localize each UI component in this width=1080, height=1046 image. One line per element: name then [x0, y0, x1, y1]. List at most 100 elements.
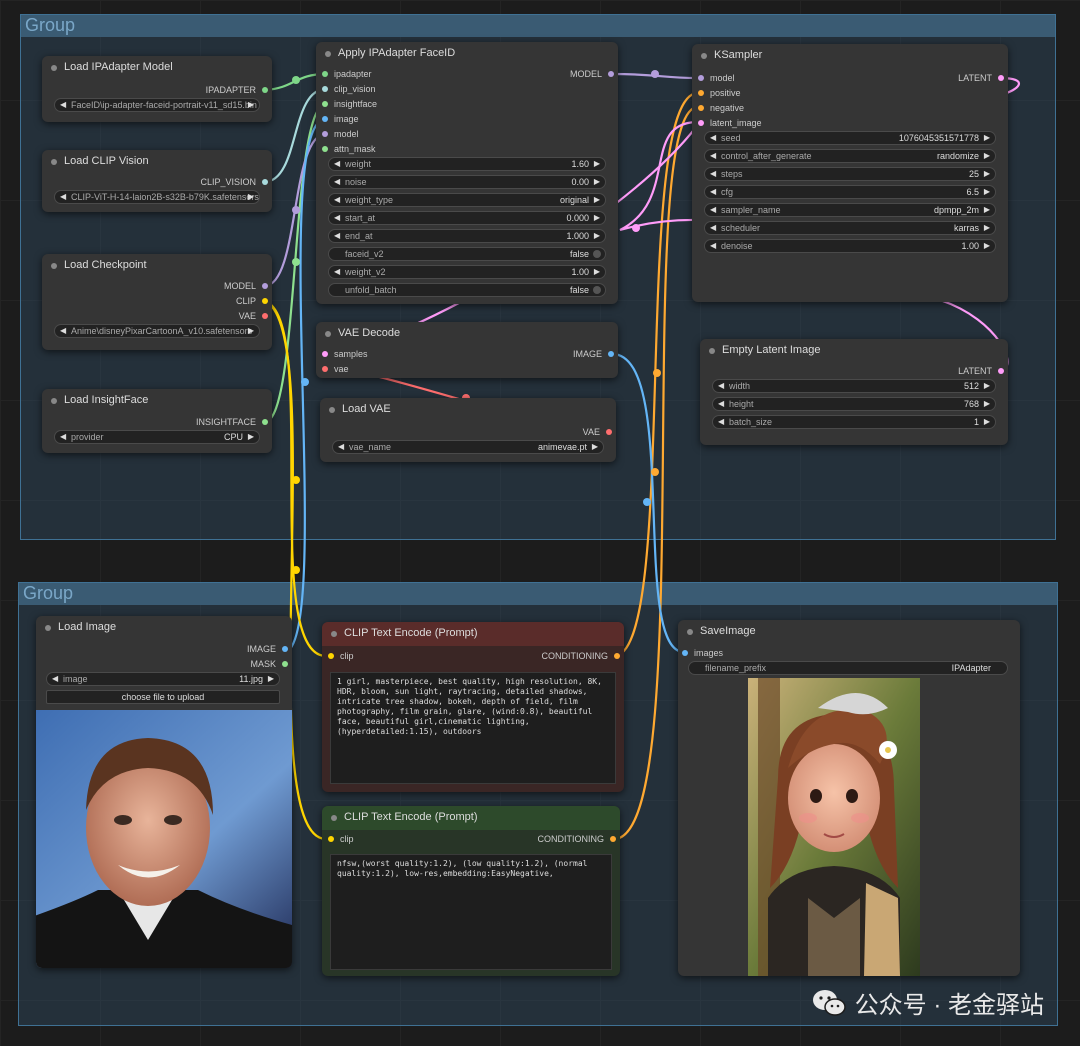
- node-ksampler[interactable]: KSampler model positive negative latent_…: [692, 44, 1008, 302]
- widget-ipadapter-file[interactable]: ◀ FaceID\ip-adapter-faceid-portrait-v11_s…: [54, 98, 260, 112]
- node-header[interactable]: Load InsightFace: [42, 389, 272, 413]
- node-load-vae[interactable]: Load VAE VAE ◀ vae_name animevae.pt ▶: [320, 398, 616, 462]
- arrow-left-icon[interactable]: ◀: [718, 416, 724, 428]
- node-load-clip-vision[interactable]: Load CLIP Vision CLIP_VISION ◀ CLIP-ViT-H…: [42, 150, 272, 212]
- toggle-unfold-batch[interactable]: unfold_batch false: [328, 283, 606, 297]
- input-pin-icon[interactable]: [322, 351, 328, 357]
- node-header[interactable]: Load VAE: [320, 398, 616, 422]
- node-apply-ipadapter-faceid[interactable]: Apply IPAdapter FaceID ipadapter clip_vi…: [316, 42, 618, 304]
- arrow-right-icon[interactable]: ▶: [984, 150, 990, 162]
- toggle-faceid-v2[interactable]: faceid_v2 false: [328, 247, 606, 261]
- input-pin-icon[interactable]: [328, 836, 334, 842]
- output-conditioning[interactable]: CONDITIONING: [538, 834, 616, 844]
- collapse-dot-icon[interactable]: [51, 65, 57, 71]
- widget-batch-size[interactable]: ◀ batch_size 1 ▶: [712, 415, 996, 429]
- node-save-image[interactable]: SaveImage images filename_prefix IPAdapte…: [678, 620, 1020, 976]
- node-load-insightface[interactable]: Load InsightFace INSIGHTFACE ◀ provider CP…: [42, 389, 272, 453]
- input-attn-mask[interactable]: attn_mask: [322, 144, 376, 154]
- output-image[interactable]: IMAGE: [573, 349, 614, 359]
- widget-clip-vision-file[interactable]: ◀ CLIP-ViT-H-14-laion2B-s32B-b79K.safeten…: [54, 190, 260, 204]
- output-vae[interactable]: VAE: [239, 311, 268, 321]
- output-latent[interactable]: LATENT: [958, 366, 1004, 376]
- output-clip-vision[interactable]: CLIP_VISION: [200, 177, 268, 187]
- arrow-right-icon[interactable]: ▶: [984, 186, 990, 198]
- arrow-right-icon[interactable]: ▶: [984, 416, 990, 428]
- widget-start-at[interactable]: ◀ start_at 0.000 ▶: [328, 211, 606, 225]
- arrow-left-icon[interactable]: ◀: [60, 99, 66, 111]
- collapse-dot-icon[interactable]: [687, 629, 693, 635]
- collapse-dot-icon[interactable]: [51, 398, 57, 404]
- node-header[interactable]: SaveImage: [678, 620, 1020, 644]
- arrow-right-icon[interactable]: ▶: [984, 380, 990, 392]
- arrow-left-icon[interactable]: ◀: [710, 168, 716, 180]
- collapse-dot-icon[interactable]: [701, 53, 707, 59]
- arrow-left-icon[interactable]: ◀: [710, 132, 716, 144]
- widget-control-after-generate[interactable]: ◀ control_after_generate randomize ▶: [704, 149, 996, 163]
- input-clip-vision[interactable]: clip_vision: [322, 84, 376, 94]
- arrow-left-icon[interactable]: ◀: [334, 266, 340, 278]
- prompt-textarea[interactable]: nfsw,(worst quality:1.2), (low quality:1…: [330, 854, 612, 970]
- output-vae[interactable]: VAE: [583, 427, 612, 437]
- arrow-right-icon[interactable]: ▶: [984, 222, 990, 234]
- arrow-right-icon[interactable]: ▶: [248, 191, 254, 203]
- node-header[interactable]: CLIP Text Encode (Prompt): [322, 622, 624, 646]
- input-latent-image[interactable]: latent_image: [698, 118, 762, 128]
- arrow-right-icon[interactable]: ▶: [248, 325, 254, 337]
- widget-filename-prefix[interactable]: filename_prefix IPAdapter: [688, 661, 1008, 675]
- node-header[interactable]: KSampler: [692, 44, 1008, 68]
- arrow-left-icon[interactable]: ◀: [710, 204, 716, 216]
- collapse-dot-icon[interactable]: [331, 631, 337, 637]
- input-model[interactable]: model: [698, 73, 735, 83]
- widget-weight[interactable]: ◀ weight 1.60 ▶: [328, 157, 606, 171]
- arrow-left-icon[interactable]: ◀: [338, 441, 344, 453]
- node-header[interactable]: Load Checkpoint: [42, 254, 272, 278]
- collapse-dot-icon[interactable]: [329, 407, 335, 413]
- input-pin-icon[interactable]: [322, 116, 328, 122]
- arrow-left-icon[interactable]: ◀: [710, 222, 716, 234]
- node-header[interactable]: Empty Latent Image: [700, 339, 1008, 363]
- input-positive[interactable]: positive: [698, 88, 741, 98]
- node-vae-decode[interactable]: VAE Decode samples vae IMAGE: [316, 322, 618, 378]
- node-clip-text-encode-positive[interactable]: CLIP Text Encode (Prompt) clip CONDITION…: [322, 622, 624, 792]
- input-samples[interactable]: samples: [322, 349, 368, 359]
- arrow-left-icon[interactable]: ◀: [334, 230, 340, 242]
- widget-ckpt-file[interactable]: ◀ Anime\disneyPixarCartoonA_v10.safetenso…: [54, 324, 260, 338]
- output-pin-icon[interactable]: [282, 661, 288, 667]
- output-pin-icon[interactable]: [614, 653, 620, 659]
- widget-sampler-name[interactable]: ◀ sampler_name dpmpp_2m ▶: [704, 203, 996, 217]
- output-pin-icon[interactable]: [606, 429, 612, 435]
- collapse-dot-icon[interactable]: [331, 815, 337, 821]
- arrow-left-icon[interactable]: ◀: [334, 158, 340, 170]
- arrow-left-icon[interactable]: ◀: [60, 191, 66, 203]
- upload-button[interactable]: choose file to upload: [46, 690, 280, 704]
- input-images[interactable]: images: [682, 648, 723, 658]
- output-latent[interactable]: LATENT: [958, 73, 1004, 83]
- input-pin-icon[interactable]: [698, 90, 704, 96]
- arrow-left-icon[interactable]: ◀: [334, 176, 340, 188]
- input-pin-icon[interactable]: [328, 653, 334, 659]
- arrow-left-icon[interactable]: ◀: [710, 150, 716, 162]
- arrow-right-icon[interactable]: ▶: [984, 398, 990, 410]
- node-load-ipadapter[interactable]: Load IPAdapter Model IPADAPTER ◀ FaceID\i…: [42, 56, 272, 122]
- widget-width[interactable]: ◀ width 512 ▶: [712, 379, 996, 393]
- input-insightface[interactable]: insightface: [322, 99, 377, 109]
- collapse-dot-icon[interactable]: [51, 263, 57, 269]
- node-header[interactable]: Load Image: [36, 616, 292, 640]
- input-pin-icon[interactable]: [322, 86, 328, 92]
- collapse-dot-icon[interactable]: [51, 159, 57, 165]
- arrow-left-icon[interactable]: ◀: [60, 325, 66, 337]
- widget-noise[interactable]: ◀ noise 0.00 ▶: [328, 175, 606, 189]
- node-header[interactable]: Load CLIP Vision: [42, 150, 272, 174]
- output-ipadapter[interactable]: IPADAPTER: [206, 85, 268, 95]
- toggle-knob-icon[interactable]: [593, 250, 601, 258]
- input-pin-icon[interactable]: [322, 366, 328, 372]
- prompt-textarea[interactable]: 1 girl, masterpiece, best quality, high …: [330, 672, 616, 784]
- input-pin-icon[interactable]: [698, 75, 704, 81]
- arrow-right-icon[interactable]: ▶: [984, 204, 990, 216]
- arrow-left-icon[interactable]: ◀: [718, 380, 724, 392]
- output-pin-icon[interactable]: [282, 646, 288, 652]
- widget-end-at[interactable]: ◀ end_at 1.000 ▶: [328, 229, 606, 243]
- arrow-right-icon[interactable]: ▶: [984, 132, 990, 144]
- arrow-left-icon[interactable]: ◀: [710, 240, 716, 252]
- node-header[interactable]: VAE Decode: [316, 322, 618, 346]
